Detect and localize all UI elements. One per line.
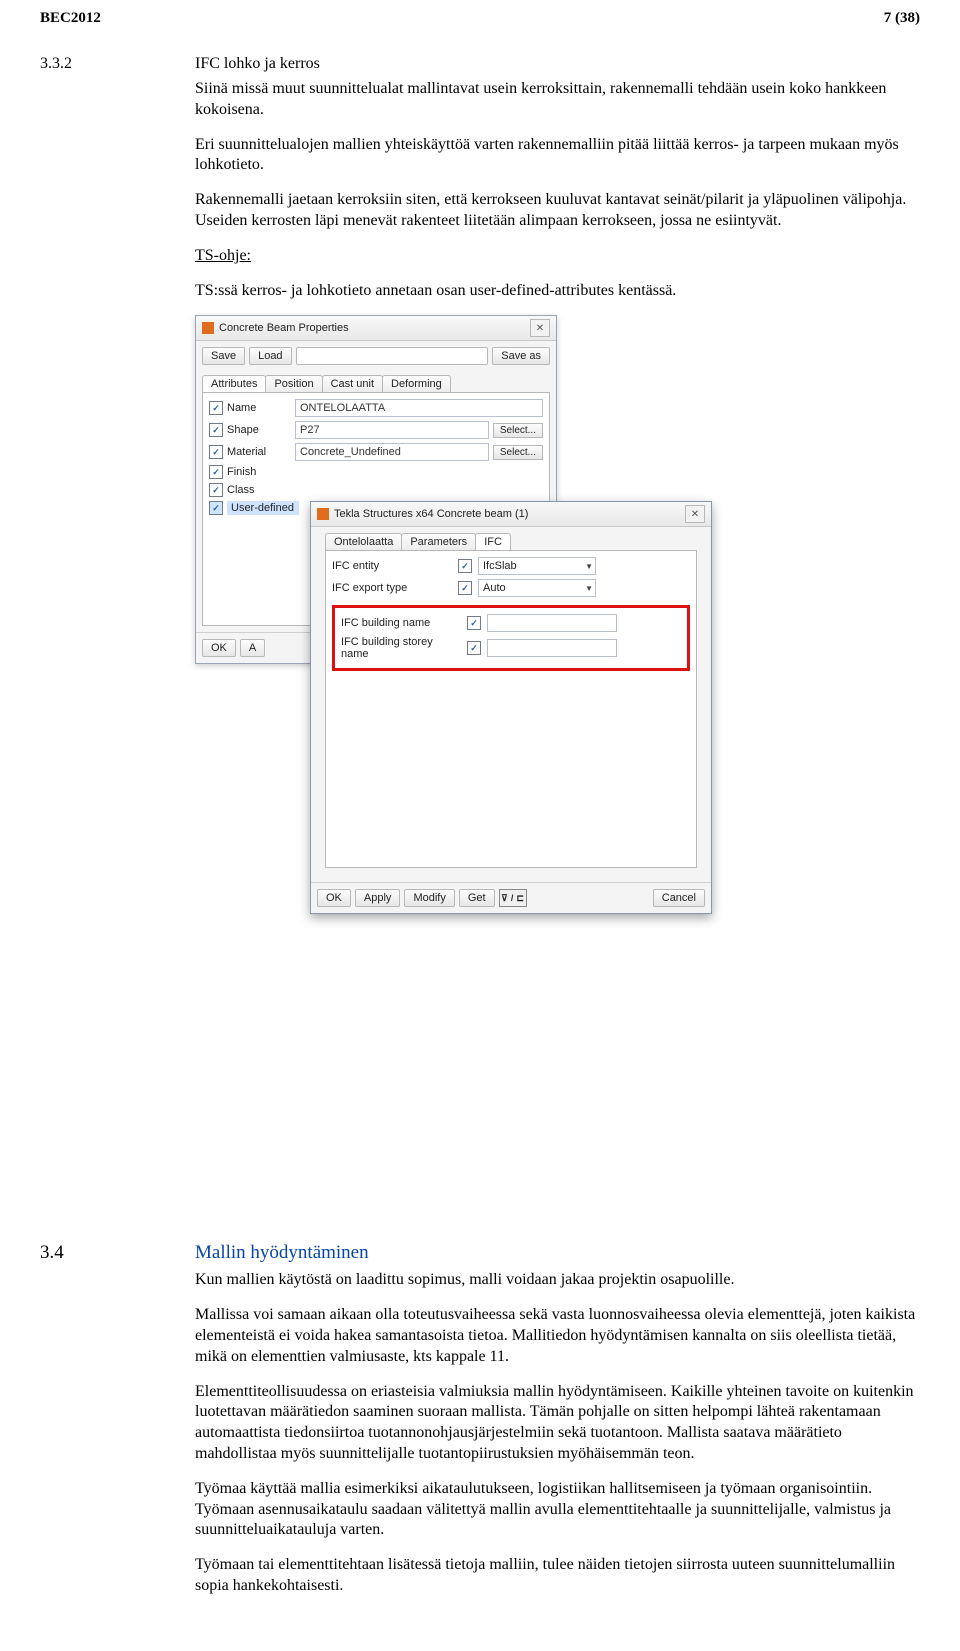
userdefined-label[interactable]: User-defined [227,501,299,515]
ifc-export-checkbox[interactable]: ✓ [458,581,472,595]
ts-ohje-label: TS-ohje: [195,246,920,267]
save-as-button[interactable]: Save as [492,347,550,365]
ifc-building-storey-input[interactable] [487,639,617,657]
toggle-all-button[interactable]: ⊽/⊏ [499,889,527,907]
shape-label: Shape [227,424,291,436]
outer-titlebar: Concrete Beam Properties ✕ [196,316,556,341]
app-icon [317,508,329,520]
modify-button[interactable]: Modify [404,889,454,907]
chevron-down-icon: ▼ [585,584,593,593]
tab-cast-unit[interactable]: Cast unit [322,375,383,392]
get-button[interactable]: Get [459,889,495,907]
tab-position[interactable]: Position [265,375,322,392]
section-332-p3: Rakennemalli jaetaan kerroksiin siten, e… [195,190,920,232]
shape-input[interactable]: P27 [295,421,489,439]
app-icon [202,322,214,334]
ifc-entity-dropdown[interactable]: IfcSlab ▼ [478,557,596,575]
ifc-building-name-input[interactable] [487,614,617,632]
embedded-screenshot: Concrete Beam Properties ✕ Save Load Sav… [195,315,715,1224]
tab-parameters[interactable]: Parameters [401,533,476,550]
section-34-p2: Mallissa voi samaan aikaan olla toteutus… [195,1305,920,1367]
section-34-title: Mallin hyödyntäminen [195,1242,369,1264]
section-34-p3: Elementtiteollisuudessa on eriasteisia v… [195,1382,920,1465]
tab-attributes[interactable]: Attributes [202,375,266,392]
section-34-p5: Työmaan tai elementtitehtaan lisätessä t… [195,1555,920,1597]
ifc-entity-checkbox[interactable]: ✓ [458,559,472,573]
inner-ok-button[interactable]: OK [317,889,351,907]
shape-checkbox[interactable]: ✓ [209,423,223,437]
material-checkbox[interactable]: ✓ [209,445,223,459]
tab-ifc[interactable]: IFC [475,533,511,550]
tab-deforming[interactable]: Deforming [382,375,451,392]
finish-checkbox[interactable]: ✓ [209,465,223,479]
class-checkbox[interactable]: ✓ [209,483,223,497]
outer-ok-button[interactable]: OK [202,639,236,657]
material-input[interactable]: Concrete_Undefined [295,443,489,461]
section-332-title: IFC lohko ja kerros [195,55,320,73]
cancel-button[interactable]: Cancel [653,889,705,907]
ifc-entity-label: IFC entity [332,560,452,572]
chevron-down-icon: ▼ [585,562,593,571]
ifc-export-value: Auto [483,582,506,594]
section-34-p1: Kun mallien käytöstä on laadittu sopimus… [195,1270,920,1291]
ifc-building-name-checkbox[interactable]: ✓ [467,616,481,630]
ifc-building-storey-checkbox[interactable]: ✓ [467,641,481,655]
section-332-p1: Siinä missä muut suunnittelualat mallint… [195,79,920,121]
section-332-p4: TS:ssä kerros- ja lohkotieto annetaan os… [195,281,920,302]
name-input[interactable]: ONTELOLAATTA [295,399,543,417]
ifc-building-storey-label: IFC building storey name [341,636,461,660]
save-button[interactable]: Save [202,347,245,365]
ifc-export-label: IFC export type [332,582,452,594]
name-checkbox[interactable]: ✓ [209,401,223,415]
highlighted-fields: IFC building name ✓ IFC building storey … [332,605,690,671]
name-label: Name [227,402,291,414]
inner-titlebar: Tekla Structures x64 Concrete beam (1) ✕ [311,502,711,527]
load-button[interactable]: Load [249,347,291,365]
shape-select-button[interactable]: Select... [493,423,543,438]
userdefined-checkbox[interactable]: ✓ [209,501,223,515]
close-icon[interactable]: ✕ [685,505,705,523]
material-label: Material [227,446,291,458]
ifc-building-name-label: IFC building name [341,617,461,629]
outer-window-title: Concrete Beam Properties [219,322,349,334]
material-select-button[interactable]: Select... [493,445,543,460]
doc-header-right: 7 (38) [884,10,920,27]
finish-label: Finish [227,466,291,478]
inner-window: Tekla Structures x64 Concrete beam (1) ✕… [310,501,712,914]
ifc-export-dropdown[interactable]: Auto ▼ [478,579,596,597]
section-34-p4: Työmaa käyttää mallia esimerkiksi aikata… [195,1479,920,1541]
inner-window-title: Tekla Structures x64 Concrete beam (1) [334,508,528,520]
section-34-number: 3.4 [40,1242,195,1264]
apply-button[interactable]: Apply [355,889,401,907]
tab-ontelolaatta[interactable]: Ontelolaatta [325,533,402,550]
section-332-p2: Eri suunnittelualojen mallien yhteiskäyt… [195,135,920,177]
preset-field[interactable] [296,347,489,365]
close-icon[interactable]: ✕ [530,319,550,337]
class-label: Class [227,484,291,496]
doc-header-left: BEC2012 [40,10,101,27]
ifc-entity-value: IfcSlab [483,560,517,572]
section-332-number: 3.3.2 [40,55,195,73]
outer-a-button[interactable]: A [240,639,265,657]
